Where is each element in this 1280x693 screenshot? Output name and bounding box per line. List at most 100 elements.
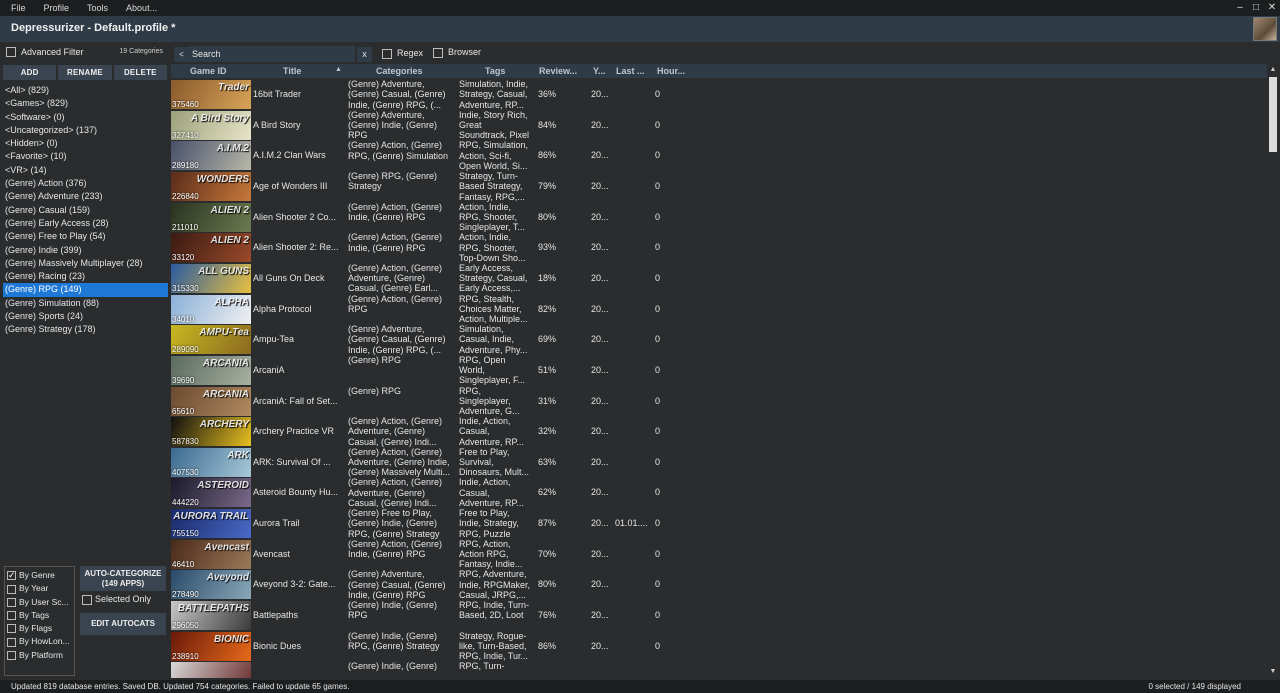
category-item[interactable]: (Genre) Adventure (233) xyxy=(3,190,168,203)
category-item[interactable]: <VR> (14) xyxy=(3,164,168,177)
menu-item-about[interactable]: About... xyxy=(115,3,164,13)
autocat-type-item[interactable]: By Platform xyxy=(5,649,74,662)
game-categories: (Genre) Adventure, (Genre) Indie, (Genre… xyxy=(348,109,438,141)
table-row[interactable]: A.I.M.2 289180 A.I.M.2 Clan Wars (Genre) Ac… xyxy=(171,140,1267,171)
table-row[interactable]: A Bird Story 327410 A Bird Story (Genre) Ad… xyxy=(171,110,1267,141)
autocat-type-checkbox[interactable] xyxy=(7,584,16,594)
column-header-tags[interactable]: Tags xyxy=(485,66,505,76)
column-header-game-id[interactable]: Game ID xyxy=(190,66,227,76)
autocat-type-item[interactable]: By User Sc... xyxy=(5,596,74,609)
autocat-type-item[interactable]: By Year xyxy=(5,582,74,595)
column-header-year[interactable]: Y... xyxy=(593,66,606,76)
category-item[interactable]: <Software> (0) xyxy=(3,111,168,124)
column-header-categories[interactable]: Categories xyxy=(376,66,423,76)
autocat-type-item[interactable]: By Flags xyxy=(5,622,74,635)
add-category-button[interactable]: ADD xyxy=(3,65,57,80)
table-row[interactable]: ALPHA 34010 Alpha Protocol (Genre) Action, … xyxy=(171,294,1267,324)
category-item[interactable]: (Genre) Indie (399) xyxy=(3,244,168,257)
autocat-type-checkbox[interactable] xyxy=(7,611,16,621)
game-review-score: 70% xyxy=(538,548,557,559)
selected-only-checkbox[interactable] xyxy=(82,594,92,605)
category-item[interactable]: (Genre) Simulation (88) xyxy=(3,297,168,310)
column-header-last-played[interactable]: Last ... xyxy=(616,66,645,76)
autocat-type-item[interactable]: By Tags xyxy=(5,609,74,622)
scroll-up-icon[interactable]: ▲ xyxy=(1267,64,1279,76)
table-row[interactable]: AMPU-Tea 289090 Ampu-Tea (Genre) Adventure,… xyxy=(171,324,1267,355)
table-header: Game ID Title ▲ Categories Tags Review..… xyxy=(171,64,1267,78)
category-item[interactable]: (Genre) Action (376) xyxy=(3,177,168,190)
game-categories: (Genre) Free to Play, (Genre) Indie, (Ge… xyxy=(348,508,440,539)
autocat-type-checkbox[interactable] xyxy=(7,651,16,661)
game-review-score: 80% xyxy=(538,579,557,590)
search-input[interactable] xyxy=(189,46,355,62)
advanced-filter-checkbox[interactable] xyxy=(6,47,16,57)
minimize-icon[interactable]: – xyxy=(1232,0,1248,16)
table-row[interactable]: WONDERS 226840 Age of Wonders III (Genre) R… xyxy=(171,171,1267,202)
menu-item-file[interactable]: File xyxy=(0,3,33,13)
table-row[interactable]: Trader 375460 16bit Trader (Genre) Adventur… xyxy=(171,79,1267,110)
menu-item-tools[interactable]: Tools xyxy=(76,3,115,13)
column-header-title[interactable]: Title xyxy=(283,66,301,76)
table-row[interactable]: ALIEN 2 211010 Alien Shooter 2 Co... (Genre… xyxy=(171,202,1267,232)
category-item[interactable]: (Genre) Massively Multiplayer (28) xyxy=(3,257,168,270)
autocat-type-item[interactable]: By Genre xyxy=(5,569,74,582)
category-item[interactable]: (Genre) Early Access (28) xyxy=(3,217,168,230)
auto-categorize-button[interactable]: AUTO-CATEGORIZE (149 APPS) xyxy=(80,566,166,591)
table-scrollbar[interactable]: ▲ ▼ xyxy=(1267,64,1279,678)
category-item[interactable]: <Uncategorized> (137) xyxy=(3,124,168,137)
category-item[interactable]: <Hidden> (0) xyxy=(3,137,168,150)
rename-category-button[interactable]: RENAME xyxy=(58,65,112,80)
scroll-down-icon[interactable]: ▼ xyxy=(1267,666,1279,678)
game-title: Age of Wonders III xyxy=(253,180,328,191)
menu-item-profile[interactable]: Profile xyxy=(33,3,77,13)
category-item[interactable]: (Genre) Casual (159) xyxy=(3,204,168,217)
category-item[interactable]: (Genre) Strategy (178) xyxy=(3,323,168,336)
maximize-icon[interactable]: □ xyxy=(1248,0,1264,16)
scrollbar-thumb[interactable] xyxy=(1269,77,1277,152)
table-row[interactable]: ALIEN 2 33120 Alien Shooter 2: Re... (Genre… xyxy=(171,232,1267,263)
game-tags: Strategy, Rogue-like, Turn-Based, RPG, I… xyxy=(459,630,529,662)
table-row[interactable]: ARK 407530 ARK: Survival Of ... (Genre) Act… xyxy=(171,447,1267,477)
autocat-type-checkbox[interactable] xyxy=(7,624,16,634)
category-item[interactable]: (Genre) RPG (149) xyxy=(3,283,168,297)
table-row[interactable]: BIONIC 238910 Bionic Dues (Genre) Indie, (G… xyxy=(171,630,1267,662)
autocat-type-checkbox[interactable] xyxy=(7,637,16,647)
table-row[interactable]: Aveyond 278490 Aveyond 3-2: Gate... (Genre)… xyxy=(171,569,1267,600)
browser-checkbox[interactable] xyxy=(433,47,443,58)
category-item[interactable]: (Genre) Racing (23) xyxy=(3,270,168,283)
game-year: 20... xyxy=(591,395,609,406)
game-hours: 0 xyxy=(655,640,661,651)
column-header-reviews[interactable]: Review... xyxy=(539,66,577,76)
table-row[interactable]: ALL GUNS 315330 All Guns On Deck (Genre) Ac… xyxy=(171,263,1267,293)
avatar[interactable] xyxy=(1253,17,1277,41)
search-clear-button[interactable]: x xyxy=(357,47,372,62)
game-banner: Avencast 46410 xyxy=(171,539,251,569)
category-item[interactable]: (Genre) Free to Play (54) xyxy=(3,230,168,243)
table-row[interactable]: ARCHERY 587830 Archery Practice VR (Genre) … xyxy=(171,416,1267,447)
game-banner: ASTEROID 444220 xyxy=(171,478,251,508)
delete-category-button[interactable]: DELETE xyxy=(113,65,167,80)
category-item[interactable]: <Games> (829) xyxy=(3,97,168,110)
category-item[interactable]: <All> (829) xyxy=(3,84,168,97)
game-year: 20... xyxy=(591,89,609,99)
game-tags: RPG, Indie, Turn-Based, 2D, Loot xyxy=(459,600,530,621)
category-item[interactable]: (Genre) Sports (24) xyxy=(3,310,168,323)
table-row[interactable]: ASTEROID 444220 Asteroid Bounty Hu... (Genr… xyxy=(171,477,1267,508)
table-row[interactable]: AURORA TRAIL 755150 Aurora Trail (Genre) Fr… xyxy=(171,508,1267,539)
category-item[interactable]: <Favorite> (10) xyxy=(3,150,168,163)
table-row[interactable]: Avencast 46410 Avencast (Genre) Action, (Ge… xyxy=(171,539,1267,569)
close-icon[interactable]: ✕ xyxy=(1264,0,1280,16)
regex-checkbox[interactable] xyxy=(382,48,392,59)
table-row[interactable]: ARCANIA 65610 ArcaniA: Fall of Set... (Genr… xyxy=(171,385,1267,417)
game-tags: RPG, Singleplayer, Adventure, G... xyxy=(459,385,520,417)
table-row[interactable]: (Genre) Indie, (Genre) RPG, Turn- xyxy=(171,661,1267,678)
autocat-type-item[interactable]: By HowLon... xyxy=(5,635,74,648)
autocat-type-checkbox[interactable] xyxy=(7,569,16,582)
table-row[interactable]: ARCANIA 39690 ArcaniA (Genre) RPG RPG, Open … xyxy=(171,355,1267,385)
autocat-type-checkbox[interactable] xyxy=(7,597,16,607)
column-header-hours[interactable]: Hour... xyxy=(657,66,685,76)
table-row[interactable]: BATTLEPATHS 296050 Battlepaths (Genre) Indi… xyxy=(171,600,1267,631)
edit-autocats-button[interactable]: EDIT AUTOCATS xyxy=(80,613,166,635)
search-back-button[interactable]: < xyxy=(174,47,189,62)
game-banner: ALIEN 2 211010 xyxy=(171,202,251,232)
